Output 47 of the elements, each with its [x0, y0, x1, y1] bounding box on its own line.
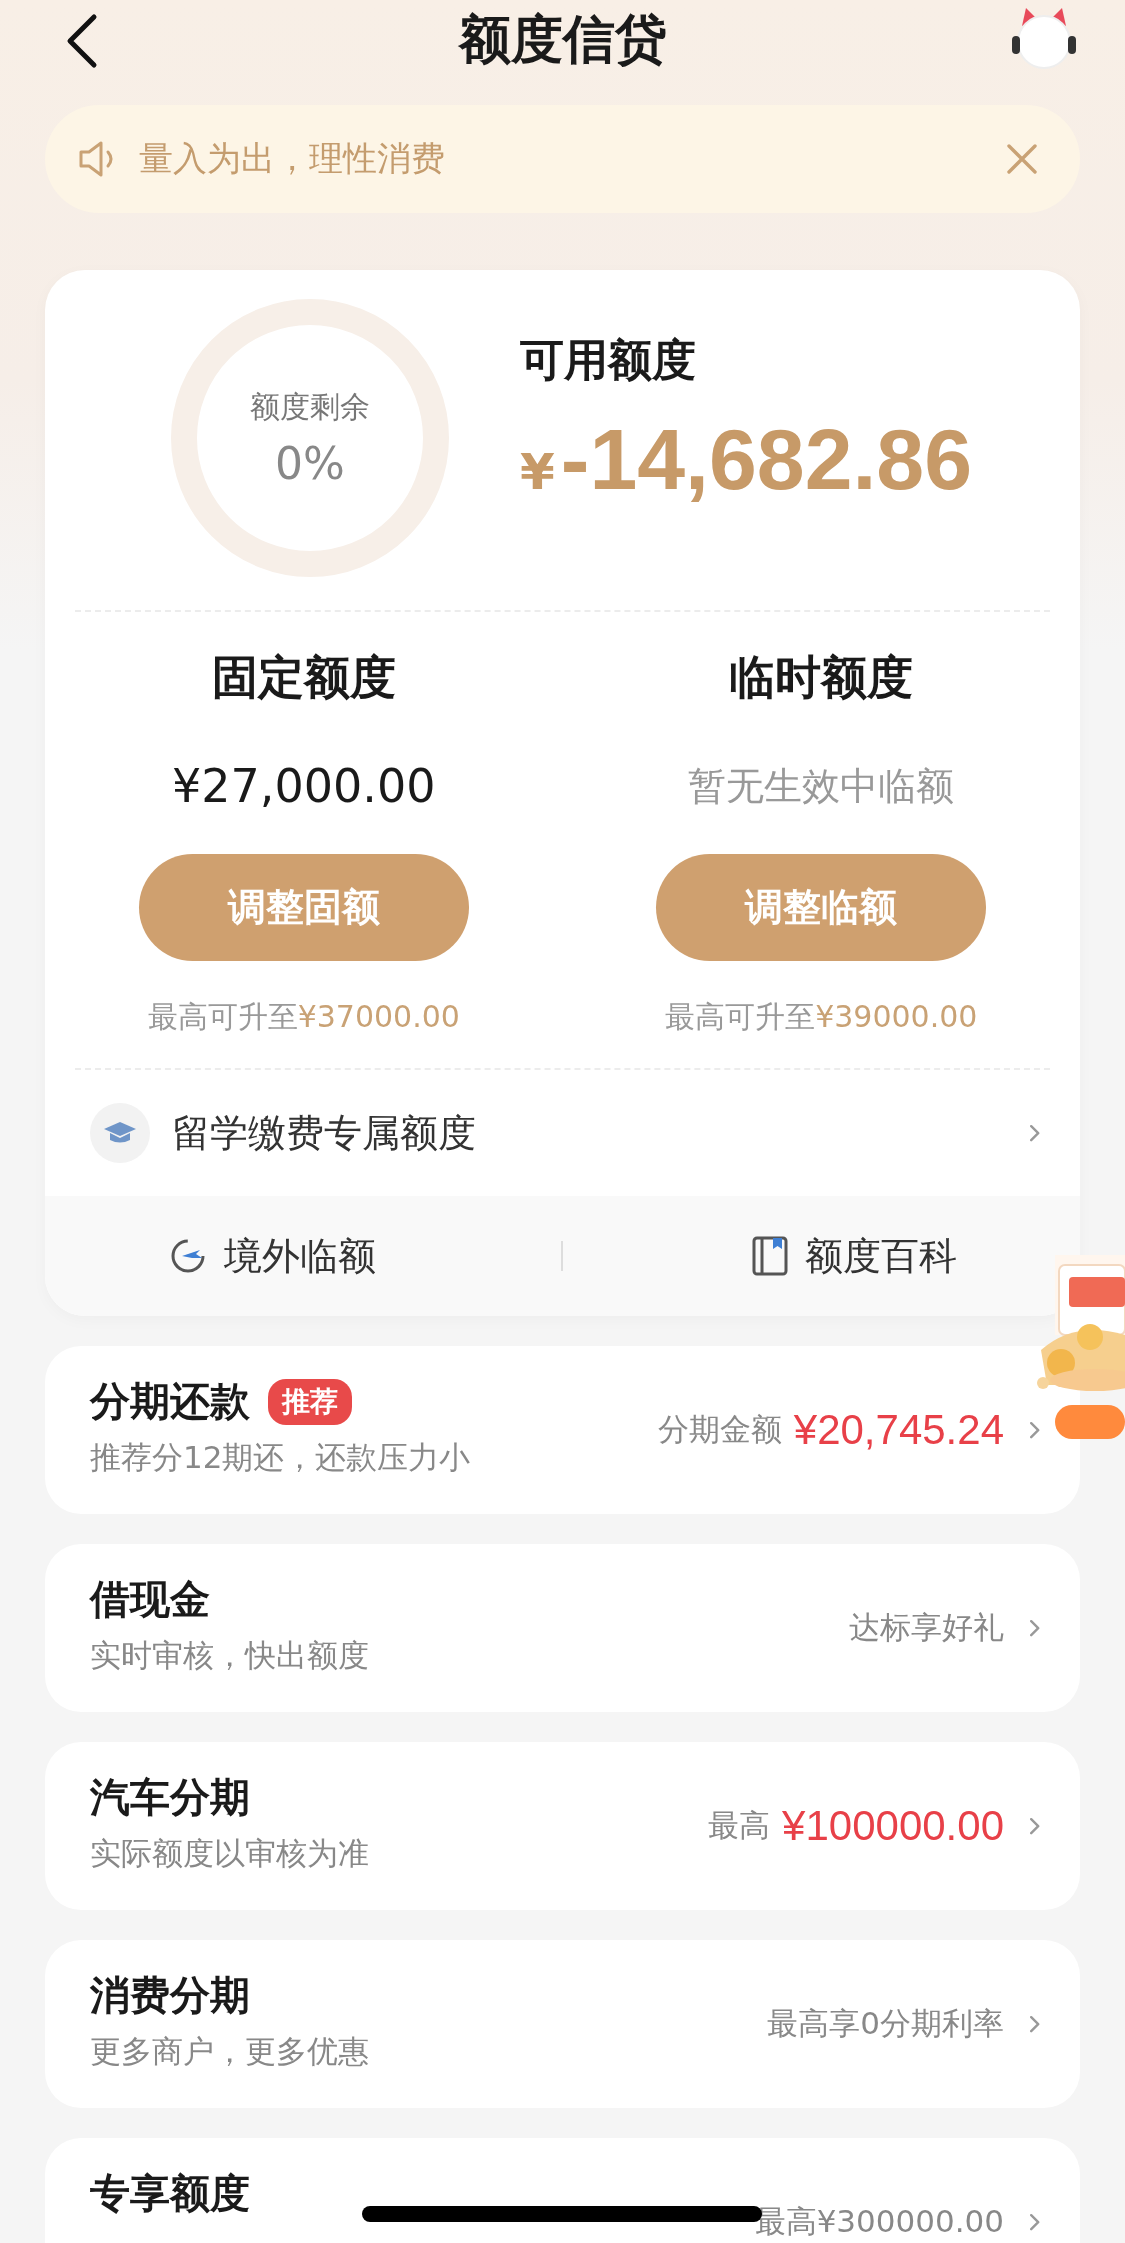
limit-caption: 最高可升至¥39000.00	[665, 998, 978, 1036]
quota-title: 固定额度	[211, 649, 396, 706]
product-title: 汽车分期	[90, 1773, 250, 1822]
page-title: 额度信贷	[458, 8, 667, 71]
product-title: 借现金	[90, 1575, 210, 1624]
status-text: 暂无生效中临额	[688, 763, 955, 810]
ring-percent: 0%	[275, 437, 345, 489]
ring-label: 额度剩余	[250, 387, 370, 426]
quota-title: 临时额度	[729, 649, 914, 706]
list-item[interactable]: 留学缴费专属额度	[45, 1070, 1080, 1196]
graduation-cap-icon	[90, 1103, 150, 1163]
product-card[interactable]: 消费分期 更多商户，更多优惠 最高享0分期利率	[45, 1940, 1080, 2108]
tag: 推荐	[268, 1378, 352, 1425]
chevron-icon	[1030, 2213, 1040, 2231]
chevron-icon	[1030, 1124, 1040, 1142]
product-subtitle: 更多商户，更多优惠	[90, 2032, 369, 2071]
close-icon	[1005, 142, 1039, 176]
product-card[interactable]: 分期还款 推荐 推荐分12期还，还款压力小 分期金额 ¥20,745.24	[45, 1346, 1080, 1514]
product-amount: ¥100000.00	[782, 1802, 1004, 1850]
list-item-label: 留学缴费专属额度	[172, 1109, 477, 1157]
limit-caption: 最高可升至¥37000.00	[147, 998, 460, 1036]
product-card[interactable]: 专享额度 最高¥300000.00	[45, 2138, 1080, 2243]
chevron-icon	[1030, 1421, 1040, 1439]
product-card[interactable]: 借现金 实时审核，快出额度 达标享好礼	[45, 1544, 1080, 1712]
product-note: 最高¥300000.00	[754, 2202, 1004, 2241]
product-subtitle: 实时审核，快出额度	[90, 1636, 369, 1675]
available-amount: -14,682.86	[560, 410, 973, 509]
chevron-icon	[1030, 2015, 1040, 2033]
product-subtitle: 实际额度以审核为准	[90, 1834, 369, 1873]
product-note: 分期金额	[657, 1410, 782, 1449]
shortcut-button[interactable]: 额度百科	[687, 1216, 1018, 1296]
product-title: 专享额度	[90, 2169, 250, 2218]
product-note: 最高享0分期利率	[767, 2004, 1004, 2043]
available-label: 可用额度	[520, 333, 697, 387]
chevron-icon	[1030, 1619, 1040, 1637]
product-note: 最高	[708, 1806, 771, 1845]
notice-text: 量入为出，理性消费	[139, 137, 446, 180]
quota-amount: ¥27,000.00	[172, 758, 436, 815]
chevron-icon	[1030, 1817, 1040, 1835]
product-subtitle: 推荐分12期还，还款压力小	[90, 1438, 471, 1477]
currency-sign: ¥	[520, 443, 555, 501]
product-card[interactable]: 汽车分期 实际额度以审核为准 最高 ¥100000.00	[45, 1742, 1080, 1910]
product-title: 分期还款	[90, 1377, 250, 1426]
product-amount: ¥20,745.24	[793, 1406, 1004, 1454]
product-note: 达标享好礼	[849, 1608, 1004, 1647]
product-title: 消费分期	[90, 1971, 250, 2020]
shortcut-button[interactable]: 境外临额	[107, 1216, 438, 1296]
